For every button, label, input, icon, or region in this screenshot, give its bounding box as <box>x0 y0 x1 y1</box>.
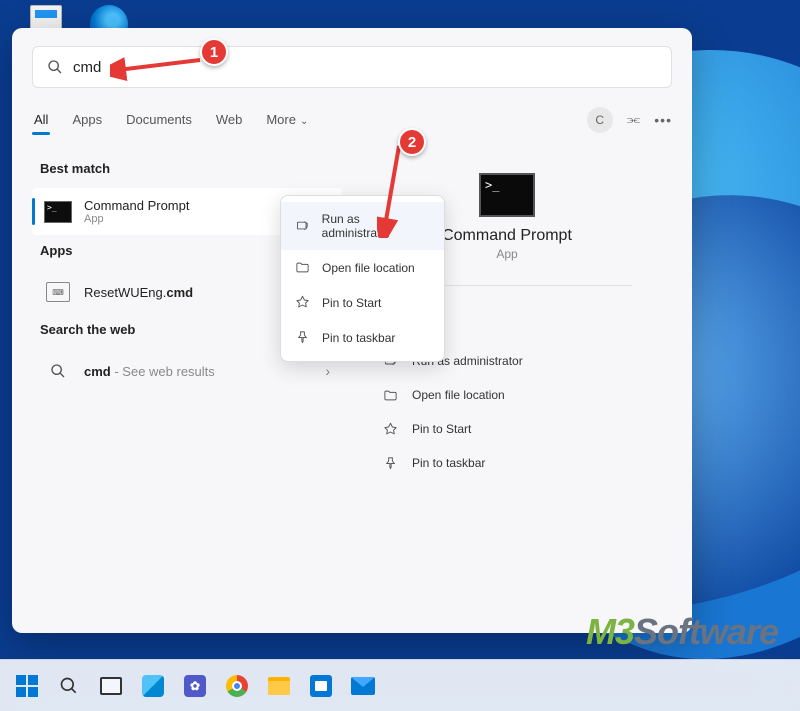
search-icon <box>59 676 79 696</box>
ctx-run-admin[interactable]: Run as administrator <box>281 202 444 250</box>
pin-icon <box>383 456 398 471</box>
chevron-down-icon: ⌄ <box>300 116 308 127</box>
store-icon <box>310 675 332 697</box>
action-pin-start[interactable]: Pin to Start <box>362 412 652 446</box>
tab-all[interactable]: All <box>32 106 50 133</box>
shield-icon <box>295 219 310 234</box>
task-view[interactable] <box>94 669 128 703</box>
rewards-icon[interactable]: ⫘ <box>627 111 641 128</box>
tab-documents[interactable]: Documents <box>124 106 194 133</box>
section-best-match: Best match <box>40 161 342 176</box>
annotation-arrow-1 <box>110 52 210 82</box>
tab-more[interactable]: More⌄ <box>264 106 310 133</box>
tab-apps[interactable]: Apps <box>70 106 104 133</box>
taskbar: ✿ <box>0 659 800 711</box>
task-view-icon <box>100 677 122 695</box>
search-icon <box>47 59 63 75</box>
result-title: Command Prompt <box>84 198 189 213</box>
ctx-pin-taskbar[interactable]: Pin to taskbar <box>281 320 444 355</box>
annotation-badge-2: 2 <box>398 128 426 156</box>
start-button[interactable] <box>10 669 44 703</box>
command-prompt-icon <box>44 201 72 223</box>
mail-icon <box>351 677 375 695</box>
user-avatar[interactable]: C <box>587 107 613 133</box>
mail[interactable] <box>346 669 380 703</box>
chrome[interactable] <box>220 669 254 703</box>
ctx-pin-start[interactable]: Pin to Start <box>281 285 444 320</box>
taskbar-search[interactable] <box>52 669 86 703</box>
search-icon <box>50 363 66 379</box>
context-menu: Run as administrator Open file location … <box>280 195 445 362</box>
chrome-icon <box>226 675 248 697</box>
widgets-icon <box>142 675 164 697</box>
action-pin-taskbar[interactable]: Pin to taskbar <box>362 446 652 480</box>
annotation-badge-1: 1 <box>200 38 228 66</box>
command-prompt-icon <box>479 173 535 217</box>
microsoft-store[interactable] <box>304 669 338 703</box>
pin-icon <box>295 330 310 345</box>
ctx-open-location[interactable]: Open file location <box>281 250 444 285</box>
cmd-file-icon: ⌨ <box>46 282 70 302</box>
folder-icon <box>268 677 290 695</box>
folder-icon <box>295 260 310 275</box>
teams-icon: ✿ <box>184 675 206 697</box>
watermark: M3Software <box>586 611 778 653</box>
windows-logo-icon <box>16 675 38 697</box>
filter-tabs: All Apps Documents Web More⌄ C ⫘ ••• <box>32 106 672 133</box>
widgets[interactable] <box>136 669 170 703</box>
pin-icon <box>383 422 398 437</box>
more-options-icon[interactable]: ••• <box>654 112 672 128</box>
folder-icon <box>383 388 398 403</box>
pin-icon <box>295 295 310 310</box>
result-subtitle: App <box>84 213 189 225</box>
file-explorer[interactable] <box>262 669 296 703</box>
tab-web[interactable]: Web <box>214 106 245 133</box>
result-title: ResetWUEng.cmd <box>84 285 193 300</box>
action-open-location[interactable]: Open file location <box>362 378 652 412</box>
chevron-right-icon: › <box>325 363 330 379</box>
teams-chat[interactable]: ✿ <box>178 669 212 703</box>
